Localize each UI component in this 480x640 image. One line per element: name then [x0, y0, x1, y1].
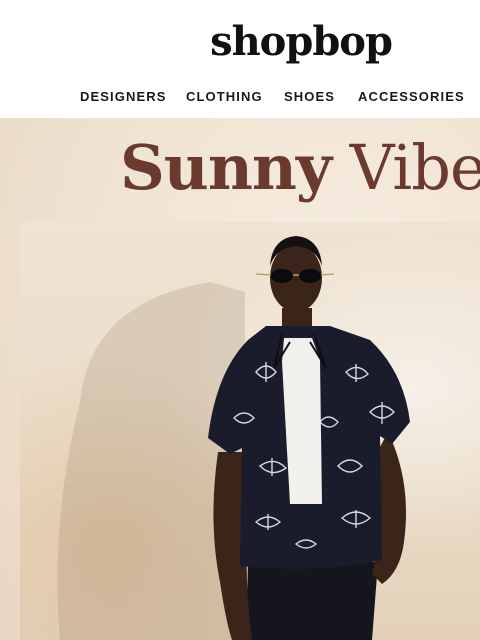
- shopbop-logo[interactable]: shopbop: [0, 14, 480, 70]
- model-illustration: [57, 236, 410, 640]
- nav-accessories[interactable]: ACCESSORIES: [358, 88, 465, 106]
- headline-word-vibes: Vibes: [349, 131, 480, 204]
- hero-headline: Sunny Vibes: [120, 128, 480, 208]
- nav-designers[interactable]: DESIGNERS: [80, 88, 166, 106]
- site-header: shopbop DESIGNERS CLOTHING SHOES ACCESSO…: [0, 0, 480, 118]
- hero-banner[interactable]: Sunny Vibes: [0, 118, 480, 640]
- headline-word-sunny: Sunny: [120, 131, 332, 204]
- nav-shoes[interactable]: SHOES: [284, 88, 335, 106]
- hero-photo[interactable]: [20, 222, 480, 640]
- main-nav: DESIGNERS CLOTHING SHOES ACCESSORIES: [0, 88, 480, 106]
- trousers: [246, 562, 378, 640]
- nav-clothing[interactable]: CLOTHING: [186, 88, 263, 106]
